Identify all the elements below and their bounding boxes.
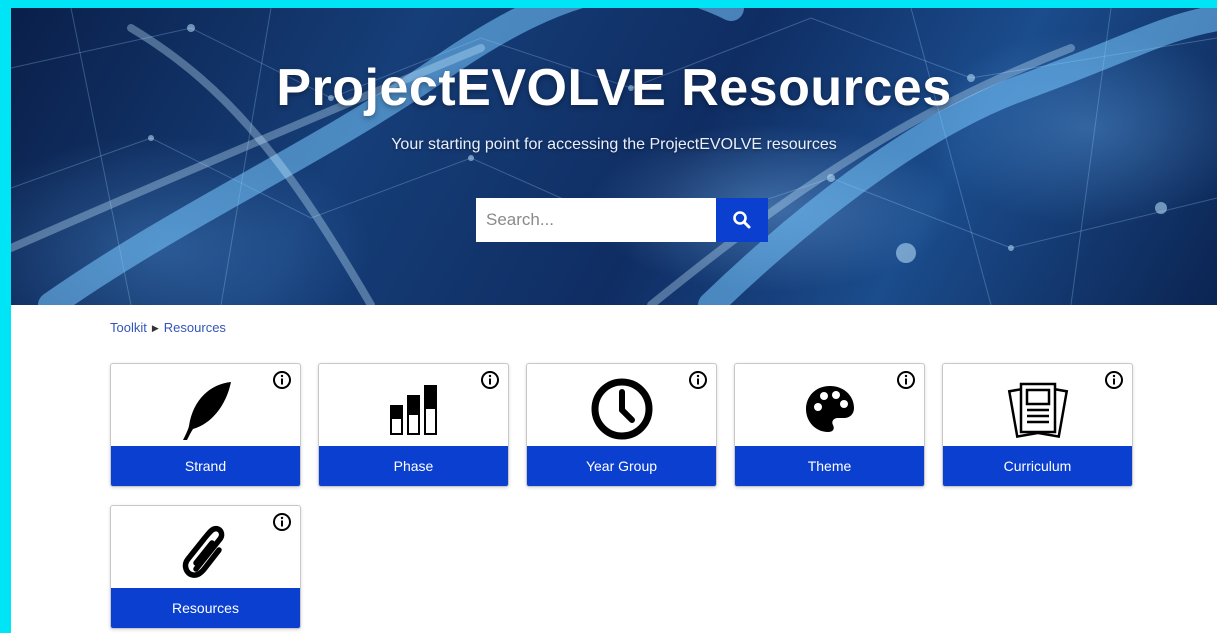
info-icon[interactable] (896, 370, 916, 390)
card-label: Year Group (527, 446, 716, 486)
triangle-right-icon: ▶ (151, 323, 159, 333)
card-year-group[interactable]: Year Group (526, 363, 717, 487)
breadcrumb-toolkit-link[interactable]: Toolkit (110, 320, 147, 335)
info-icon[interactable] (688, 370, 708, 390)
info-icon[interactable] (272, 370, 292, 390)
search-button[interactable] (716, 198, 768, 242)
card-curriculum[interactable]: Curriculum (942, 363, 1133, 487)
card-label: Curriculum (943, 446, 1132, 486)
hero-background-image (11, 8, 1217, 305)
card-resources[interactable]: Resources (110, 505, 301, 629)
card-label: Phase (319, 446, 508, 486)
page: ProjectEVOLVE Resources Your starting po… (11, 8, 1217, 633)
card-strand[interactable]: Strand (110, 363, 301, 487)
breadcrumb: Toolkit ▶ Resources (110, 320, 226, 335)
card-label: Theme (735, 446, 924, 486)
page-title: ProjectEVOLVE Resources (276, 59, 952, 117)
info-icon[interactable] (1104, 370, 1124, 390)
card-theme[interactable]: Theme (734, 363, 925, 487)
info-icon[interactable] (480, 370, 500, 390)
breadcrumb-resources-link[interactable]: Resources (164, 320, 226, 335)
hero-banner: ProjectEVOLVE Resources Your starting po… (11, 8, 1217, 305)
card-label: Resources (111, 588, 300, 628)
search-bar (476, 198, 768, 242)
search-icon (733, 211, 751, 229)
card-phase[interactable]: Phase (318, 363, 509, 487)
search-input[interactable] (476, 198, 716, 242)
page-subtitle: Your starting point for accessing the Pr… (391, 136, 837, 153)
info-icon[interactable] (272, 512, 292, 532)
card-label: Strand (111, 446, 300, 486)
